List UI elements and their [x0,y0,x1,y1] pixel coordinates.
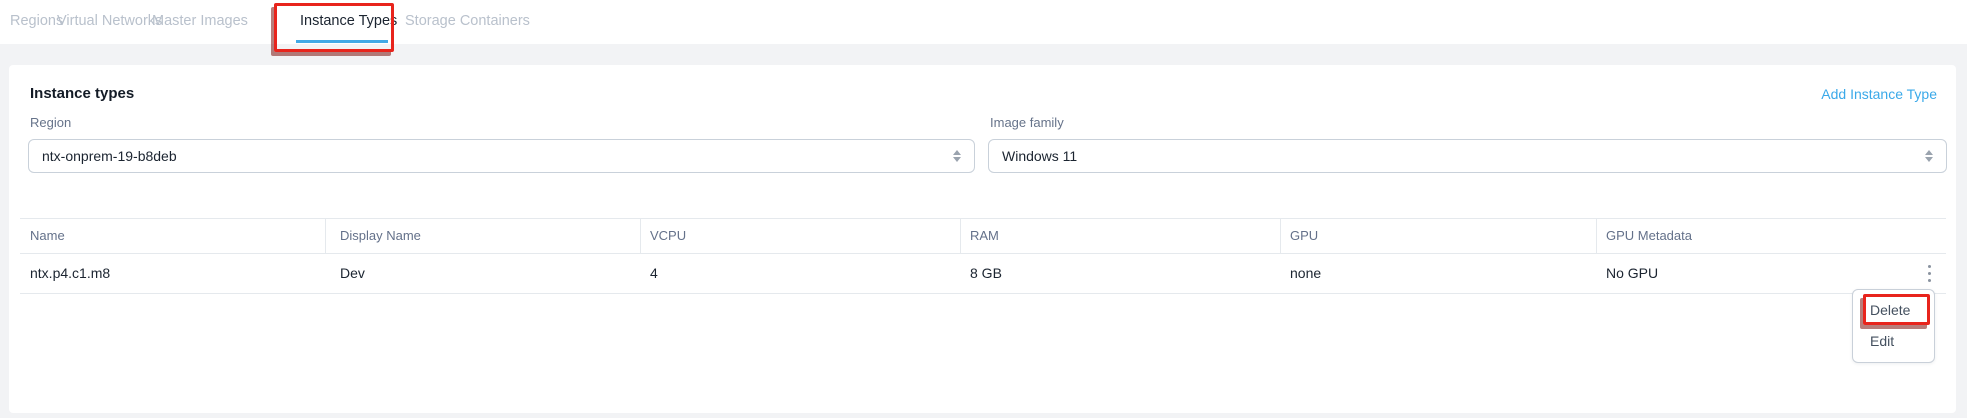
column-header-vcpu: VCPU [650,218,686,253]
panel-title: Instance types [30,85,134,102]
tab-instance-types[interactable]: Instance Types [300,13,397,29]
column-header-gpu: GPU [1290,218,1318,253]
column-separator [1596,218,1597,253]
column-header-gpu-metadata: GPU Metadata [1606,218,1692,253]
cell-ram: 8 GB [970,253,1002,293]
cell-gpu: none [1290,253,1321,293]
row-context-menu: Delete Edit [1852,289,1935,363]
cell-name: ntx.p4.c1.m8 [30,253,110,293]
kebab-vertical-dots-icon[interactable] [1919,259,1939,287]
image-family-select[interactable]: Windows 11 [988,139,1947,173]
tab-virtual-networks[interactable]: Virtual Networks [57,13,162,29]
image-family-select-value: Windows 11 [1002,148,1077,164]
cell-gpu-metadata: No GPU [1606,253,1658,293]
table-row-border [20,293,1946,294]
instance-types-panel: Instance types Add Instance Type Region … [9,65,1956,413]
column-header-display-name: Display Name [340,218,421,253]
column-header-ram: RAM [970,218,999,253]
cell-vcpu: 4 [650,253,658,293]
tab-master-images[interactable]: Master Images [152,13,248,29]
region-label: Region [30,115,71,130]
region-select-value: ntx-onprem-19-b8deb [42,148,177,164]
column-header-name: Name [30,218,65,253]
column-separator [1280,218,1281,253]
menu-item-delete[interactable]: Delete [1853,295,1934,326]
tab-regions[interactable]: Regions [10,13,63,29]
menu-item-edit[interactable]: Edit [1853,326,1934,357]
image-family-label: Image family [990,115,1064,130]
updown-caret-icon [1925,150,1933,162]
active-tab-underline [296,40,388,43]
column-separator [640,218,641,253]
column-separator [325,218,326,253]
add-instance-type-link[interactable]: Add Instance Type [1821,86,1937,102]
column-separator [960,218,961,253]
updown-caret-icon [953,150,961,162]
region-select[interactable]: ntx-onprem-19-b8deb [28,139,975,173]
cell-display-name: Dev [340,253,365,293]
tab-bar: Regions Virtual Networks Master Images I… [0,0,1967,44]
tab-storage-containers[interactable]: Storage Containers [405,13,530,29]
